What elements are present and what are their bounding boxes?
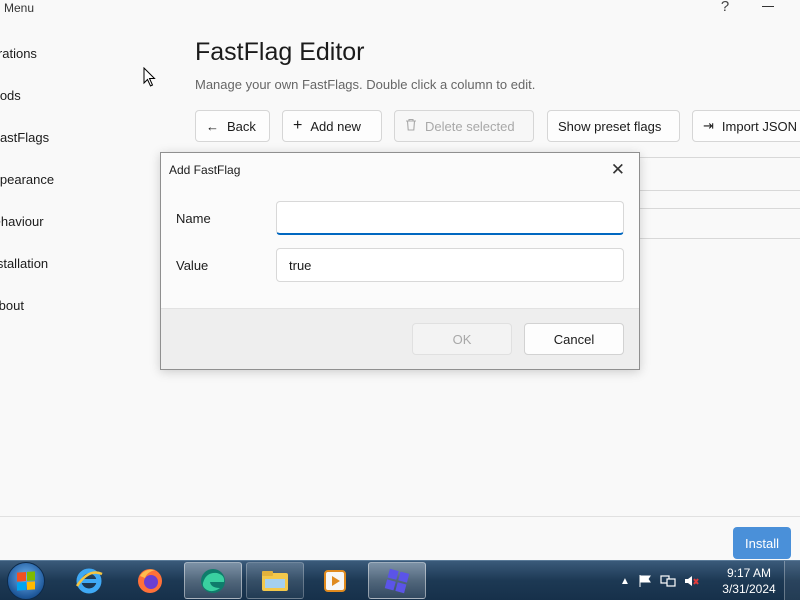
internet-explorer-icon[interactable] [60,562,118,599]
value-field[interactable] [276,248,624,282]
footer-divider [0,516,800,517]
network-icon[interactable] [660,574,676,588]
import-icon: ⇥ [703,118,714,133]
edge-icon[interactable] [184,562,242,599]
system-tray: ▲ [620,571,700,591]
add-new-label: Add new [310,118,361,134]
sidebar-item-fastflags[interactable]: FastFlags [0,130,49,145]
file-explorer-icon[interactable] [246,562,304,599]
sidebar-item-mods[interactable]: Mods [0,88,21,103]
ok-button[interactable]: OK [412,323,512,355]
value-label: Value [176,258,209,273]
grid-line [639,238,800,239]
back-button[interactable]: ← Back [195,110,270,142]
sidebar-item-label: Appearance [0,172,55,187]
close-icon[interactable]: ✕ [611,160,625,180]
import-json-label: Import JSON [721,118,798,134]
show-preset-flags-button[interactable]: Show preset flags [547,110,680,142]
flag-icon[interactable] [638,574,652,588]
start-button[interactable] [7,562,45,600]
sidebar-item-behaviour[interactable]: Behaviour [0,214,44,229]
roblox-studio-icon[interactable] [368,562,426,599]
plus-icon: + [293,117,303,134]
cancel-button[interactable]: Cancel [524,323,624,355]
sidebar-item-integrations[interactable]: Integrations [0,46,37,61]
page-title: FastFlag Editor [195,38,365,66]
show-desktop-button[interactable] [784,561,800,600]
sidebar-item-installation[interactable]: Installation [0,256,48,271]
name-field[interactable] [276,201,624,235]
firefox-icon[interactable] [121,562,179,599]
trash-icon [405,118,417,134]
clock-date: 3/31/2024 [722,582,776,596]
back-label: Back [227,118,256,134]
sidebar-item-label: FastFlags [0,130,50,145]
clock[interactable]: 9:17 AM 3/31/2024 [718,565,780,597]
media-player-icon[interactable] [306,562,364,599]
delete-selected-button[interactable]: Delete selected [394,110,534,142]
name-label: Name [176,211,211,226]
sidebar-item-label: Installation [0,256,49,271]
sidebar-item-about[interactable]: About [0,298,24,313]
add-new-button[interactable]: + Add new [282,110,382,142]
sidebar-item-label: Behaviour [0,214,44,229]
sidebar-item-appearance[interactable]: Appearance [0,172,54,187]
import-json-button[interactable]: ⇥ Import JSON [692,110,800,142]
menu-label: Menu [4,1,35,15]
install-button[interactable]: Install [733,527,791,559]
windows-logo-icon [17,571,35,591]
grid-line [639,208,800,209]
minimize-icon[interactable] [762,6,774,7]
help-icon[interactable]: ? [718,0,732,15]
add-fastflag-dialog: Add FastFlag ✕ Name Value OK Cancel [160,152,640,370]
sidebar-item-label: About [0,298,24,313]
arrow-left-icon: ← [206,118,219,134]
clock-time: 9:17 AM [726,566,772,580]
sidebar-item-label: Mods [0,88,21,103]
sidebar-item-label: Integrations [0,46,37,61]
page-subtitle: Manage your own FastFlags. Double click … [195,77,536,92]
volume-muted-icon[interactable] [684,574,700,588]
taskbar: ▲ 9:17 AM 3/31/2024 [0,560,800,600]
show-preset-label: Show preset flags [558,118,662,134]
dialog-footer: OK Cancel [161,308,639,369]
grid-line [639,190,800,191]
chevron-up-icon[interactable]: ▲ [620,576,630,587]
dialog-title: Add FastFlag [169,163,241,177]
delete-selected-label: Delete selected [425,118,515,134]
mouse-cursor-icon [143,67,156,87]
grid-line [639,157,800,158]
